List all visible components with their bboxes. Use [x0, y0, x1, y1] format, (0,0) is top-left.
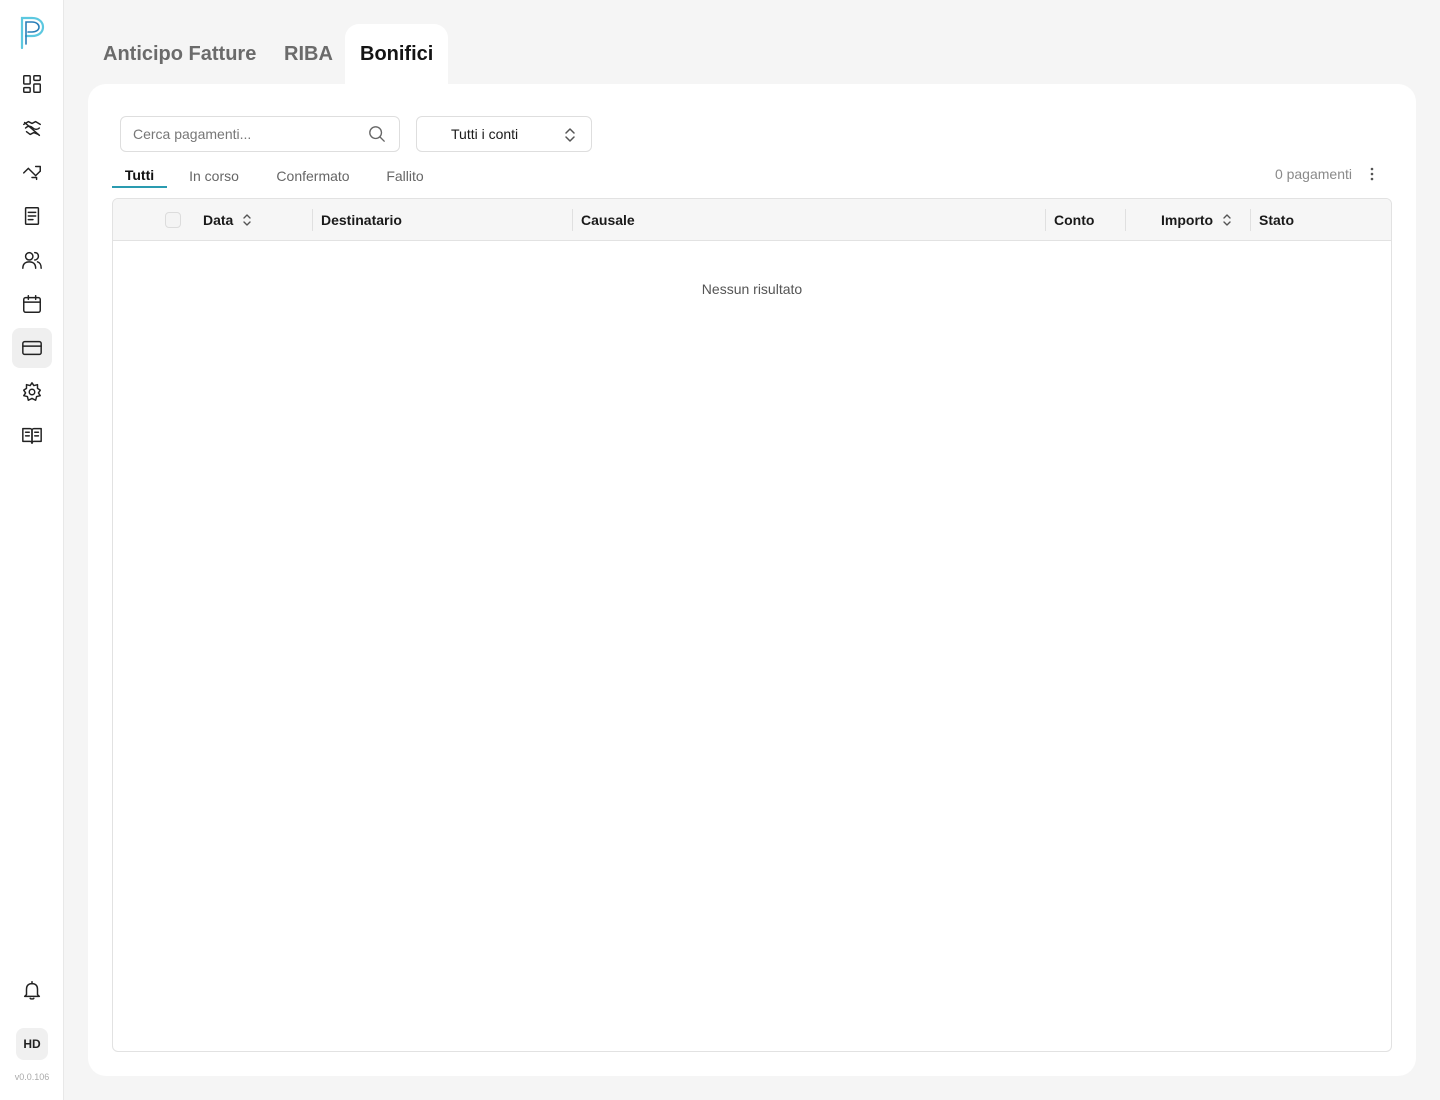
filter-tab-tutti[interactable]: Tutti — [112, 164, 167, 188]
column-importo-label: Importo — [1161, 212, 1214, 228]
column-conto[interactable]: Conto — [1054, 199, 1094, 241]
users-icon — [22, 251, 42, 269]
account-select-value: Tutti i conti — [451, 126, 519, 142]
column-divider — [312, 209, 313, 231]
nav-users[interactable] — [12, 240, 52, 280]
tab-bonifici[interactable]: Bonifici — [345, 24, 449, 84]
column-divider — [1250, 209, 1251, 231]
nav-calendar[interactable] — [12, 284, 52, 324]
filter-tab-confermato[interactable]: Confermato — [268, 164, 358, 188]
column-importo[interactable]: Importo — [1161, 199, 1233, 241]
nav-documents[interactable] — [12, 196, 52, 236]
sidebar: HD v0.0.106 — [0, 0, 64, 1100]
nav-dashboard[interactable] — [12, 64, 52, 104]
tab-riba[interactable]: RIBA — [269, 24, 348, 84]
column-causale[interactable]: Causale — [581, 199, 635, 241]
search-input[interactable] — [120, 116, 400, 152]
column-data-label: Data — [203, 212, 234, 228]
filter-tab-in-corso[interactable]: In corso — [182, 164, 246, 188]
dashboard-icon — [23, 75, 41, 93]
column-data[interactable]: Data — [203, 199, 253, 241]
nav-settings[interactable] — [12, 372, 52, 412]
account-select[interactable]: Tutti i conti — [416, 116, 592, 152]
notifications-button[interactable] — [12, 970, 52, 1010]
nav-payments[interactable] — [12, 328, 52, 368]
credit-card-icon — [22, 340, 42, 356]
table-header: Data Destinatario Causale Conto Importo … — [113, 199, 1391, 241]
p-logo[interactable] — [18, 14, 46, 50]
payment-count: 0 pagamenti — [1274, 166, 1352, 182]
column-divider — [1125, 209, 1126, 231]
bell-icon — [23, 981, 41, 1000]
sort-icon — [1223, 214, 1231, 226]
trend-icon — [23, 165, 41, 181]
document-icon — [24, 207, 40, 225]
empty-state-message: Nessun risultato — [701, 281, 803, 297]
handshake-icon — [23, 120, 41, 137]
column-divider — [572, 209, 573, 231]
more-vertical-icon[interactable] — [1366, 166, 1378, 182]
filter-tab-fallito[interactable]: Fallito — [380, 164, 430, 188]
column-stato[interactable]: Stato — [1259, 199, 1294, 241]
select-all-checkbox[interactable] — [165, 212, 181, 228]
tab-anticipo-fatture[interactable]: Anticipo Fatture — [88, 24, 271, 84]
calendar-icon — [23, 295, 41, 313]
chevron-updown-icon — [565, 128, 575, 142]
book-icon — [22, 427, 42, 444]
version-label: v0.0.106 — [14, 1072, 50, 1082]
payments-table: Data Destinatario Causale Conto Importo … — [112, 198, 1392, 1052]
search-icon[interactable] — [368, 125, 386, 143]
sort-icon — [243, 214, 252, 226]
column-destinatario[interactable]: Destinatario — [321, 199, 402, 241]
nav-trend[interactable] — [12, 152, 52, 192]
payments-card: Tutti i conti Tutti In corso Confermato … — [88, 84, 1416, 1076]
avatar[interactable]: HD — [16, 1028, 48, 1060]
nav-docs-book[interactable] — [12, 415, 52, 455]
column-divider — [1045, 209, 1046, 231]
gear-icon — [23, 382, 41, 401]
nav-handshake[interactable] — [12, 108, 52, 148]
